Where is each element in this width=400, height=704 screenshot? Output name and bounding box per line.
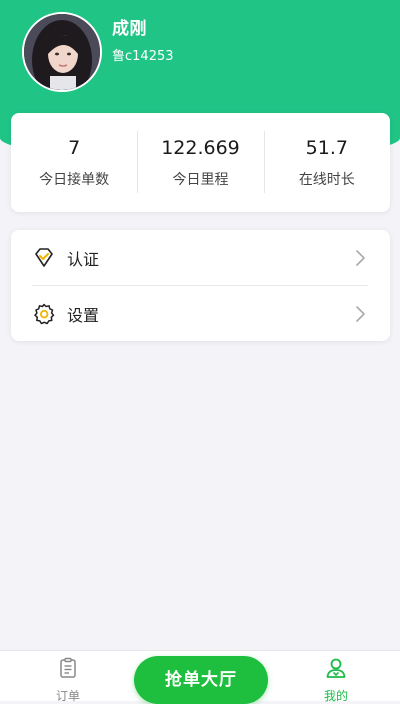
menu-item-label: 设置	[67, 305, 100, 325]
stat-value: 122.669	[161, 137, 240, 159]
stat-value: 7	[68, 137, 81, 159]
chevron-right-icon	[354, 249, 366, 267]
user-name: 成刚	[112, 19, 147, 39]
chevron-right-icon	[354, 305, 366, 323]
stat-label: 在线时长	[298, 172, 355, 188]
menu-item-settings[interactable]: 设置	[11, 286, 390, 341]
stats-card: 7 今日接单数 122.669 今日里程 51.7 在线时长	[11, 113, 390, 212]
stat-value: 51.7	[305, 137, 348, 159]
certify-diamond-icon	[32, 246, 56, 270]
grab-order-hall-button[interactable]: 抢单大厅	[134, 656, 268, 704]
nav-tab-mine[interactable]: 我的	[296, 651, 376, 703]
menu-card: 认证 设置	[11, 230, 390, 341]
gear-icon	[32, 302, 56, 326]
stat-today-mileage: 122.669 今日里程	[137, 113, 263, 212]
avatar[interactable]	[22, 12, 102, 92]
nav-label: 我的	[323, 689, 348, 703]
user-id: 鲁c14253	[112, 49, 174, 64]
stat-online-duration: 51.7 在线时长	[263, 113, 390, 212]
stat-label: 今日里程	[172, 172, 229, 188]
menu-item-label: 认证	[67, 249, 100, 269]
nav-tab-orders[interactable]: 订单	[28, 651, 108, 703]
stat-label: 今日接单数	[39, 172, 110, 188]
clipboard-icon	[56, 656, 80, 680]
menu-item-certification[interactable]: 认证	[11, 230, 390, 285]
avatar-photo	[24, 14, 100, 90]
nav-label: 订单	[55, 689, 80, 703]
user-profile-icon	[324, 656, 348, 680]
stat-today-orders: 7 今日接单数	[11, 113, 137, 212]
